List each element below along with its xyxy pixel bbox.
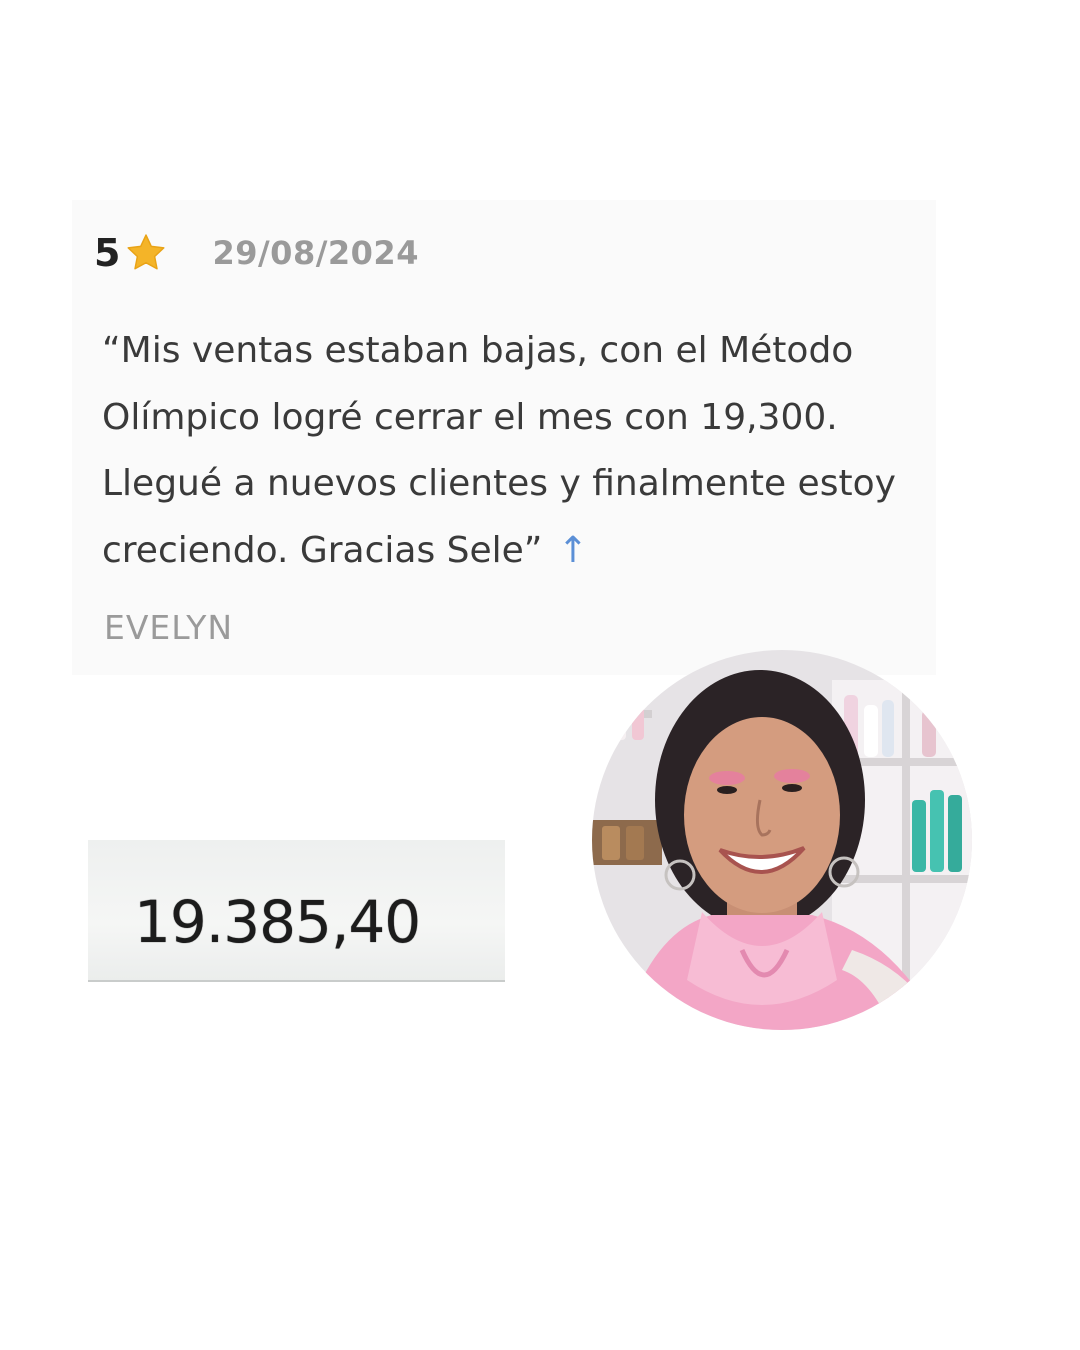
review-date: 29/08/2024 — [212, 234, 419, 272]
avatar-photo — [592, 650, 972, 1030]
avatar — [592, 650, 972, 1030]
review-text: “Mis ventas estaban bajas, con el Método… — [102, 318, 902, 584]
rating-row: 5 29/08/2024 — [94, 228, 419, 278]
up-arrow-icon[interactable]: ↑ — [558, 530, 588, 571]
review-card: 5 29/08/2024 “Mis ventas estaban bajas, … — [72, 200, 936, 675]
review-text-body: “Mis ventas estaban bajas, con el Método… — [102, 330, 896, 571]
amount-value: 19.385,40 — [134, 888, 421, 956]
star-icon — [124, 231, 168, 275]
reviewer-name: EVELYN — [104, 608, 234, 647]
rating-value: 5 — [94, 231, 121, 275]
amount-screenshot: 19.385,40 — [88, 840, 505, 982]
